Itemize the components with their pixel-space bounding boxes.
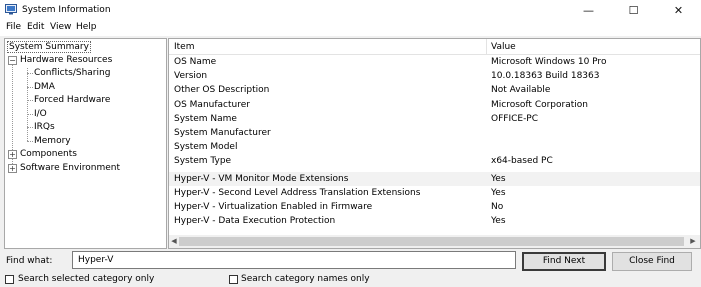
table-row[interactable]: OS Name Microsoft Windows 10 Pro: [169, 55, 700, 69]
tree-item-software-environment[interactable]: Software Environment: [20, 163, 120, 173]
table-body: OS Name Microsoft Windows 10 Pro Version…: [169, 55, 700, 228]
table-row[interactable]: Hyper-V - VM Monitor Mode Extensions Yes: [169, 171, 700, 186]
table-cell-item: System Model: [174, 142, 238, 153]
tree-item-dma[interactable]: DMA: [34, 82, 55, 92]
table-cell-item: Hyper-V - Data Execution Protection: [174, 216, 336, 227]
expand-icon[interactable]: −: [8, 56, 17, 65]
tree-item-irqs[interactable]: IRQs: [34, 122, 55, 132]
table-cell-value: OFFICE-PC: [491, 113, 539, 124]
table-cell-value: Yes: [491, 173, 506, 184]
table-cell-value: No: [491, 201, 504, 212]
scroll-left-icon[interactable]: ◀: [169, 237, 179, 246]
table-cell-item: Version: [174, 71, 208, 82]
table-row[interactable]: Hyper-V - Virtualization Enabled in Firm…: [169, 200, 700, 214]
menu-view[interactable]: View: [50, 22, 71, 32]
tree-item-conflicts-sharing[interactable]: Conflicts/Sharing: [34, 68, 110, 78]
details-table[interactable]: Item Value OS Name Microsoft Windows 10 …: [168, 38, 701, 249]
category-tree[interactable]: System Summary − Hardware Resources Conf…: [4, 38, 167, 249]
search-selected-checkbox[interactable]: [5, 275, 14, 284]
table-row[interactable]: Other OS Description Not Available: [169, 83, 700, 97]
table-cell-item: Hyper-V - VM Monitor Mode Extensions: [174, 173, 349, 184]
tree-connector: [27, 127, 33, 128]
table-cell-value: x64-based PC: [491, 156, 553, 167]
tree-item-io[interactable]: I/O: [34, 109, 47, 119]
table-row[interactable]: Hyper-V - Second Level Address Translati…: [169, 186, 700, 200]
table-cell-value: Microsoft Corporation: [491, 99, 588, 110]
tree-connector: [27, 141, 33, 142]
window-title: System Information: [22, 5, 111, 15]
scrollbar-thumb[interactable]: [179, 237, 684, 246]
horizontal-scrollbar[interactable]: ◀ ▶: [169, 235, 700, 248]
close-find-button[interactable]: Close Find: [612, 252, 692, 271]
tree-item-memory[interactable]: Memory: [34, 136, 71, 146]
menu-file[interactable]: File: [6, 22, 21, 32]
scroll-right-icon[interactable]: ▶: [688, 237, 698, 246]
table-cell-item: Hyper-V - Second Level Address Translati…: [174, 187, 421, 198]
column-separator[interactable]: [486, 39, 487, 54]
search-selected-label[interactable]: Search selected category only: [18, 274, 154, 284]
tree-connector: [27, 100, 33, 101]
column-header-value[interactable]: Value: [491, 42, 516, 52]
tree-item-components[interactable]: Components: [20, 149, 77, 159]
table-row[interactable]: OS Manufacturer Microsoft Corporation: [169, 98, 700, 112]
table-cell-value: Microsoft Windows 10 Pro: [491, 57, 607, 67]
expand-icon[interactable]: +: [8, 164, 17, 173]
table-cell-value: Not Available: [491, 85, 551, 96]
find-input[interactable]: [72, 251, 516, 269]
expand-icon[interactable]: +: [8, 150, 17, 159]
table-cell-item: System Name: [174, 113, 237, 124]
close-button[interactable]: ✕: [656, 0, 701, 21]
table-cell-item: OS Name: [174, 57, 217, 67]
column-header-item[interactable]: Item: [174, 42, 195, 52]
table-row[interactable]: System Type x64-based PC: [169, 154, 700, 168]
tree-connector: [27, 114, 33, 115]
tree-item-system-summary[interactable]: System Summary: [7, 41, 91, 53]
system-information-icon: [5, 4, 17, 15]
maximize-button[interactable]: ☐: [611, 0, 656, 21]
table-row[interactable]: System Manufacturer: [169, 126, 700, 140]
find-next-button[interactable]: Find Next: [522, 252, 606, 271]
tree-item-hardware-resources[interactable]: Hardware Resources: [20, 55, 112, 65]
tree-item-forced-hardware[interactable]: Forced Hardware: [34, 95, 110, 105]
table-cell-value: 10.0.18363 Build 18363: [491, 71, 600, 82]
table-row[interactable]: System Name OFFICE-PC: [169, 112, 700, 126]
table-cell-item: Hyper-V - Virtualization Enabled in Firm…: [174, 201, 373, 212]
table-cell-item: System Type: [174, 156, 232, 167]
tree-connector: [27, 87, 33, 88]
tree-connector: [27, 68, 28, 141]
menu-help[interactable]: Help: [76, 22, 97, 32]
minimize-button[interactable]: —: [566, 0, 611, 21]
table-row[interactable]: Version 10.0.18363 Build 18363: [169, 69, 700, 83]
table-cell-item: Other OS Description: [174, 85, 270, 96]
search-names-label[interactable]: Search category names only: [241, 274, 370, 284]
menu-bar: File Edit View Help: [0, 21, 701, 36]
table-cell-value: Yes: [491, 216, 506, 227]
tree-connector: [27, 73, 33, 74]
table-cell-item: OS Manufacturer: [174, 99, 250, 110]
table-row[interactable]: System Model: [169, 140, 700, 154]
table-row[interactable]: Hyper-V - Data Execution Protection Yes: [169, 214, 700, 228]
table-cell-item: System Manufacturer: [174, 127, 271, 138]
table-cell-value: Yes: [491, 187, 506, 198]
menu-edit[interactable]: Edit: [27, 22, 44, 32]
search-names-checkbox[interactable]: [229, 275, 238, 284]
table-header: Item Value: [169, 39, 700, 55]
find-what-label: Find what:: [6, 256, 53, 266]
title-bar: System Information — ☐ ✕: [0, 0, 701, 21]
